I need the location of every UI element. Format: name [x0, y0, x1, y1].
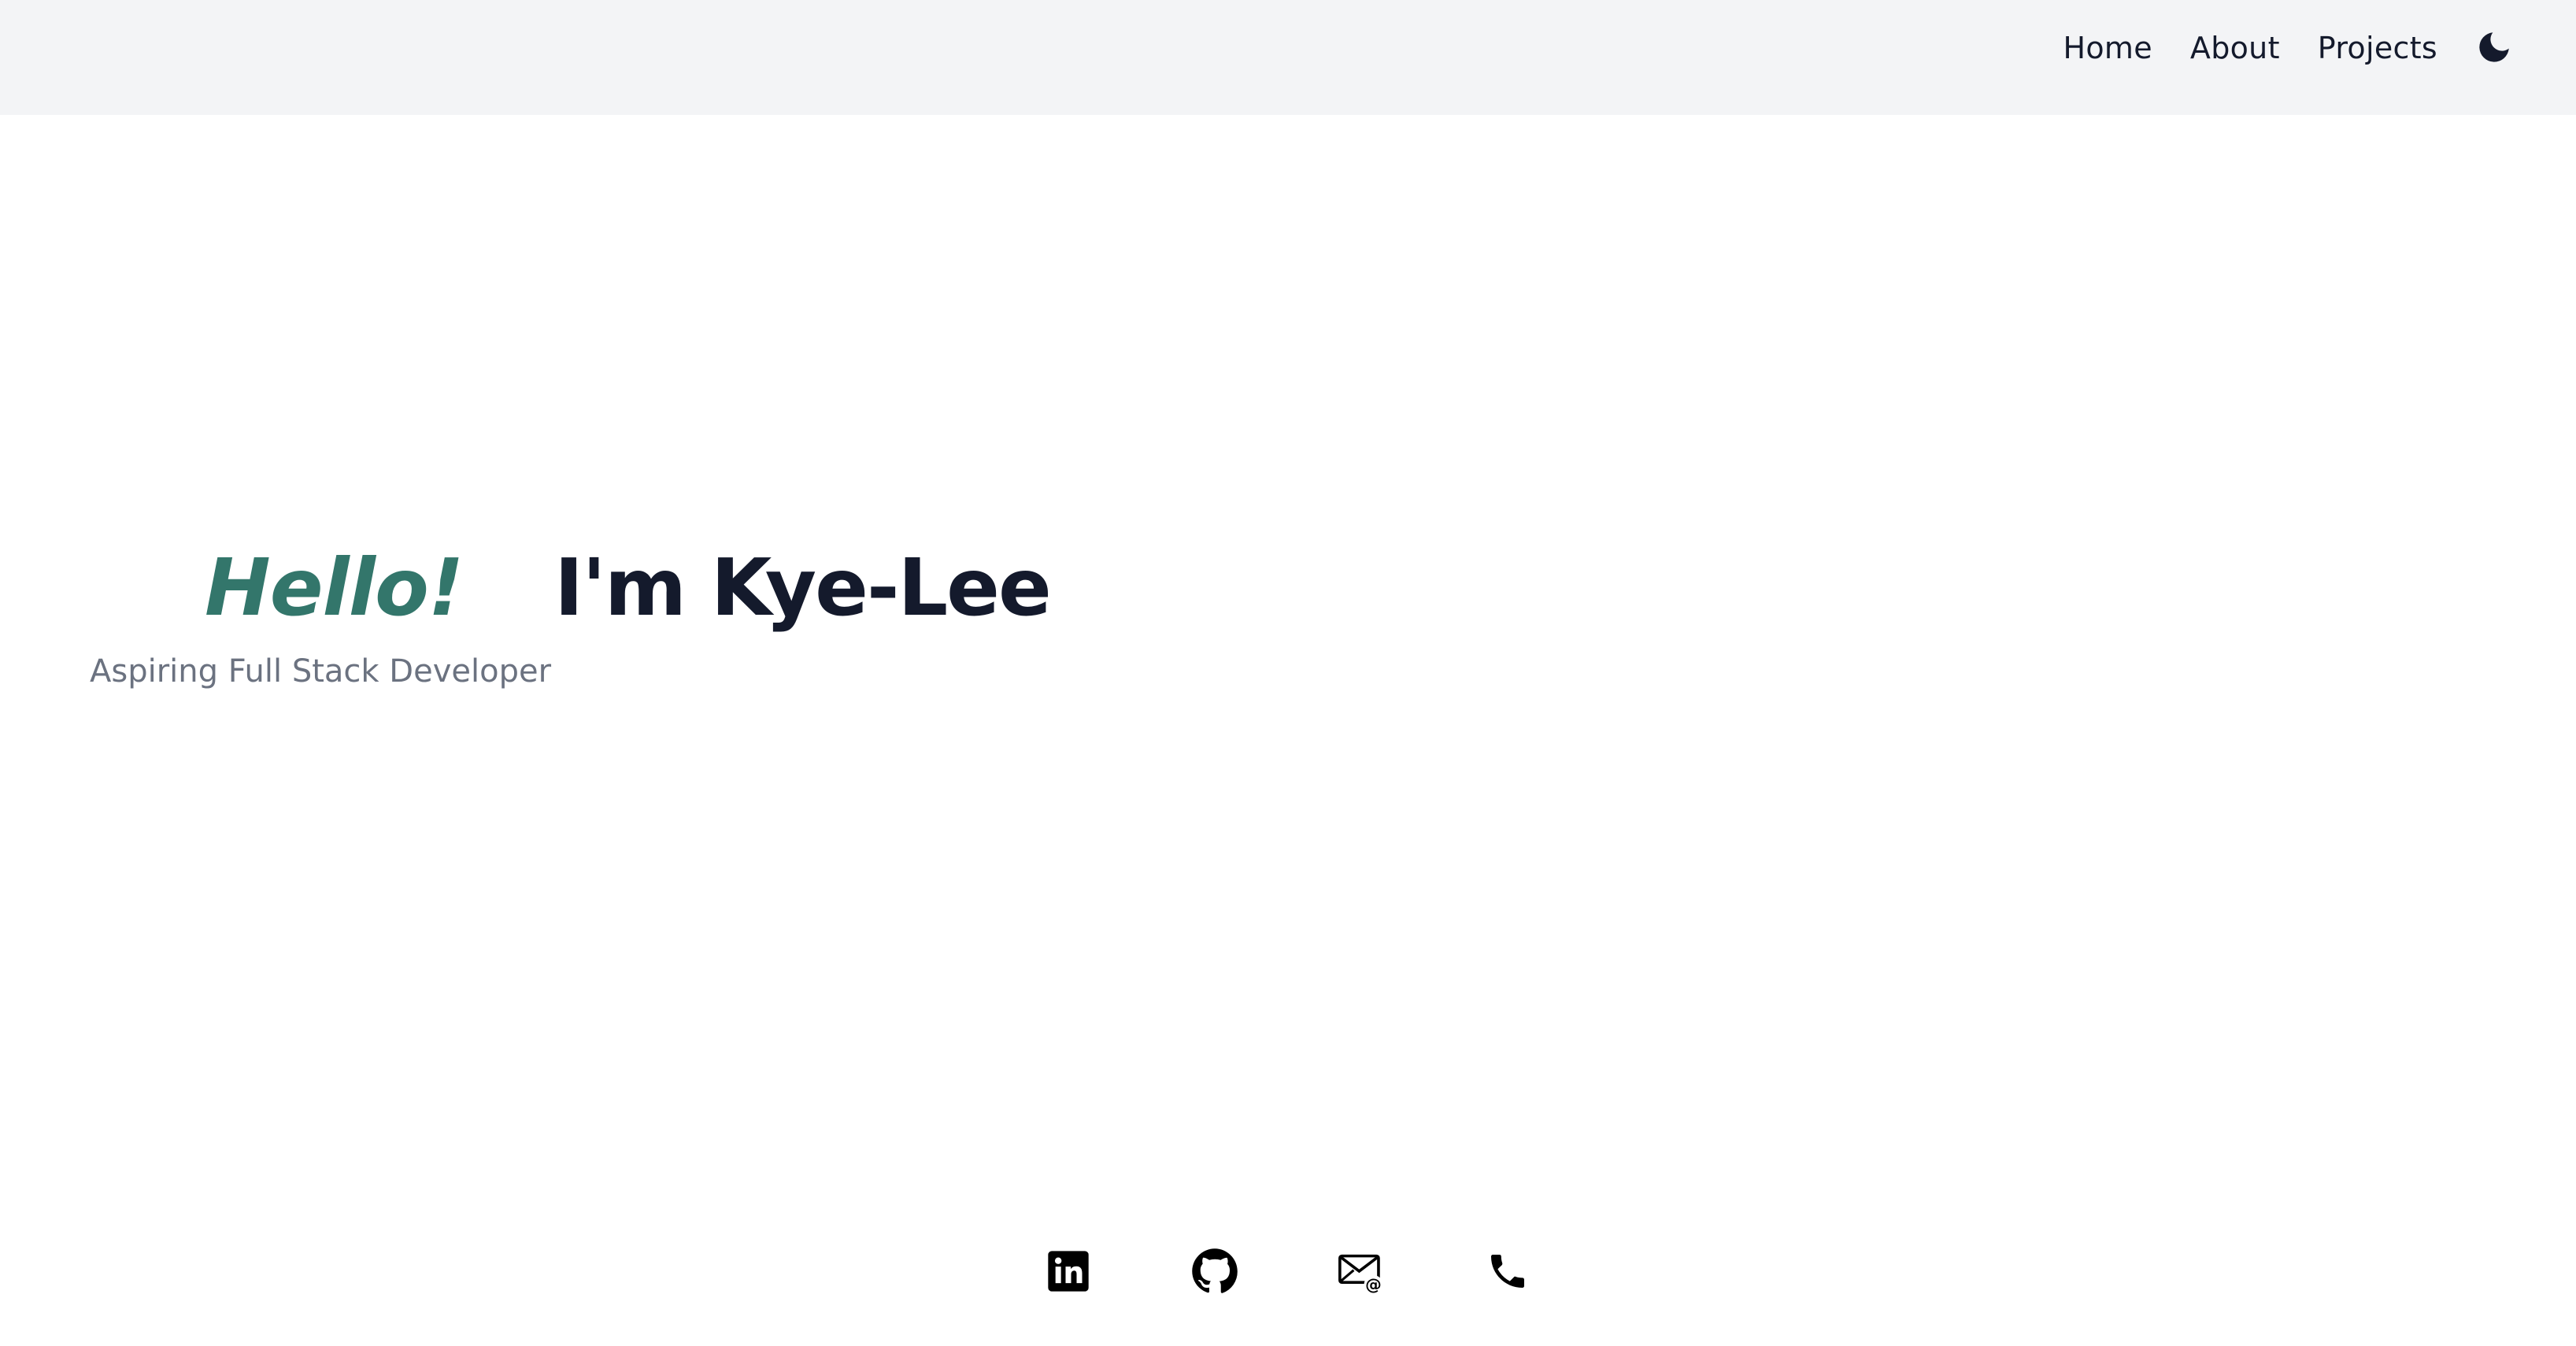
social-links: @ — [1044, 1247, 1532, 1296]
nav-projects-link[interactable]: Projects — [2318, 31, 2437, 65]
email-link[interactable]: @ — [1337, 1247, 1386, 1296]
phone-link[interactable] — [1483, 1247, 1532, 1296]
linkedin-icon — [1048, 1251, 1089, 1292]
nav-about-link[interactable]: About — [2190, 31, 2280, 65]
hero-subtitle: Aspiring Full Stack Developer — [90, 653, 552, 690]
navbar: Home About Projects — [0, 0, 2576, 115]
email-icon: @ — [1338, 1254, 1383, 1294]
phone-icon — [1491, 1255, 1524, 1288]
svg-text:@: @ — [1365, 1275, 1382, 1294]
moon-icon — [2479, 32, 2509, 62]
github-icon — [1192, 1248, 1238, 1293]
nav-home-link[interactable]: Home — [2063, 31, 2152, 65]
hero-greeting: Hello! — [205, 542, 464, 634]
hero-intro: I'm Kye-Lee — [554, 542, 1052, 634]
nav-links: Home About Projects — [2063, 0, 2438, 96]
github-link[interactable] — [1190, 1247, 1239, 1296]
linkedin-link[interactable] — [1044, 1247, 1093, 1296]
theme-toggle-button[interactable] — [2469, 22, 2519, 72]
